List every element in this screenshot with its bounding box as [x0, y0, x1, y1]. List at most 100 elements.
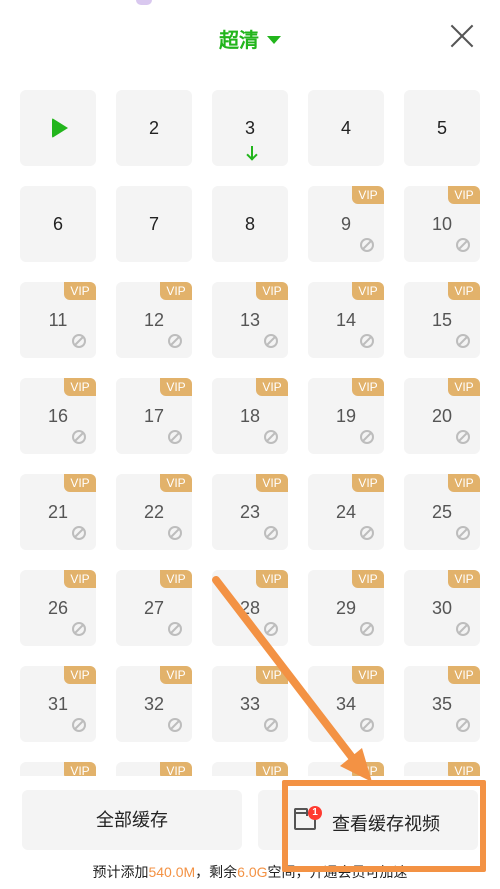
- episode-cell[interactable]: 32 VIP: [116, 666, 192, 742]
- unavailable-icon: [72, 334, 86, 348]
- episode-cell[interactable]: 16 VIP: [20, 378, 96, 454]
- vip-badge: VIP: [64, 474, 96, 492]
- episode-number: 22: [143, 502, 165, 522]
- close-icon[interactable]: [450, 24, 474, 48]
- episode-number: 33: [239, 694, 261, 714]
- episode-cell[interactable]: 6: [20, 186, 96, 262]
- episode-cell[interactable]: 12 VIP: [116, 282, 192, 358]
- unavailable-icon: [264, 718, 278, 732]
- unavailable-icon: [168, 334, 182, 348]
- episode-number: 15: [431, 310, 453, 330]
- episode-cell[interactable]: 7: [116, 186, 192, 262]
- vip-badge: VIP: [256, 474, 288, 492]
- vip-badge: VIP: [160, 762, 192, 776]
- unavailable-icon: [264, 334, 278, 348]
- vip-badge: VIP: [448, 186, 480, 204]
- episode-cell[interactable]: 34 VIP: [308, 666, 384, 742]
- unavailable-icon: [264, 526, 278, 540]
- vip-badge: VIP: [160, 474, 192, 492]
- vip-badge: VIP: [352, 186, 384, 204]
- episode-number: 10: [431, 214, 453, 234]
- vip-badge: VIP: [160, 666, 192, 684]
- episode-number: 23: [239, 502, 261, 522]
- vip-badge: VIP: [352, 378, 384, 396]
- episode-cell[interactable]: 29 VIP: [308, 570, 384, 646]
- episode-cell[interactable]: 26 VIP: [20, 570, 96, 646]
- view-cache-button[interactable]: 1 查看缓存视频: [258, 790, 478, 850]
- episode-cell[interactable]: 5: [404, 90, 480, 166]
- play-icon: [52, 118, 68, 138]
- vip-badge: VIP: [64, 762, 96, 776]
- quality-selector[interactable]: 超清: [0, 24, 500, 53]
- vip-badge: VIP: [352, 762, 384, 776]
- episode-number: 30: [431, 598, 453, 618]
- episode-cell[interactable]: 14 VIP: [308, 282, 384, 358]
- episode-cell[interactable]: 18 VIP: [212, 378, 288, 454]
- vip-badge: VIP: [160, 570, 192, 588]
- episode-number: 12: [143, 310, 165, 330]
- unavailable-icon: [456, 238, 470, 252]
- unavailable-icon: [264, 622, 278, 636]
- unavailable-icon: [168, 718, 182, 732]
- episode-cell[interactable]: 15 VIP: [404, 282, 480, 358]
- unavailable-icon: [72, 718, 86, 732]
- unavailable-icon: [168, 622, 182, 636]
- episode-cell[interactable]: 28 VIP: [212, 570, 288, 646]
- episode-cell[interactable]: 22 VIP: [116, 474, 192, 550]
- episode-cell[interactable]: 23 VIP: [212, 474, 288, 550]
- vip-badge: VIP: [256, 282, 288, 300]
- episode-cell[interactable]: 4: [308, 90, 384, 166]
- vip-badge: VIP: [448, 666, 480, 684]
- episode-cell[interactable]: 3: [212, 90, 288, 166]
- episode-cell[interactable]: 2: [116, 90, 192, 166]
- storage-added: 540.0M: [148, 864, 196, 880]
- episode-cell[interactable]: VIP: [116, 762, 192, 776]
- episode-number: 27: [143, 598, 165, 618]
- episode-cell[interactable]: 8: [212, 186, 288, 262]
- episode-number: 4: [340, 118, 351, 138]
- unavailable-icon: [360, 334, 374, 348]
- episode-number: 26: [47, 598, 69, 618]
- episode-number: 6: [52, 214, 63, 234]
- episode-cell[interactable]: VIP: [212, 762, 288, 776]
- episode-cell[interactable]: 25 VIP: [404, 474, 480, 550]
- episode-number: 14: [335, 310, 357, 330]
- vip-badge: VIP: [64, 282, 96, 300]
- episode-number: 25: [431, 502, 453, 522]
- episode-cell[interactable]: 11 VIP: [20, 282, 96, 358]
- vip-badge: VIP: [448, 474, 480, 492]
- episode-cell[interactable]: 35 VIP: [404, 666, 480, 742]
- cache-all-button[interactable]: 全部缓存: [22, 790, 242, 850]
- vip-badge: VIP: [256, 762, 288, 776]
- episode-cell[interactable]: 31 VIP: [20, 666, 96, 742]
- view-cache-label: 查看缓存视频: [332, 814, 440, 834]
- episode-number: 7: [148, 214, 159, 234]
- episode-cell[interactable]: 17 VIP: [116, 378, 192, 454]
- episode-cell[interactable]: 21 VIP: [20, 474, 96, 550]
- episode-cell[interactable]: 27 VIP: [116, 570, 192, 646]
- episode-cell[interactable]: 30 VIP: [404, 570, 480, 646]
- episode-cell[interactable]: 33 VIP: [212, 666, 288, 742]
- episode-cell[interactable]: 19 VIP: [308, 378, 384, 454]
- episode-cell[interactable]: VIP: [308, 762, 384, 776]
- episode-number: 24: [335, 502, 357, 522]
- episode-cell[interactable]: 13 VIP: [212, 282, 288, 358]
- vip-badge: VIP: [448, 570, 480, 588]
- storage-middle: ，剩余: [195, 864, 238, 880]
- episode-cell[interactable]: 10 VIP: [404, 186, 480, 262]
- episode-cell[interactable]: 24 VIP: [308, 474, 384, 550]
- episode-cell[interactable]: [20, 90, 96, 166]
- vip-badge: VIP: [256, 666, 288, 684]
- vip-badge: VIP: [352, 570, 384, 588]
- unavailable-icon: [360, 718, 374, 732]
- episode-cell[interactable]: 9 VIP: [308, 186, 384, 262]
- unavailable-icon: [72, 622, 86, 636]
- episode-cell[interactable]: 20 VIP: [404, 378, 480, 454]
- vip-badge: VIP: [160, 282, 192, 300]
- episode-cell[interactable]: VIP: [404, 762, 480, 776]
- episode-cell[interactable]: VIP: [20, 762, 96, 776]
- vip-badge: VIP: [64, 570, 96, 588]
- vip-badge: VIP: [256, 570, 288, 588]
- unavailable-icon: [456, 430, 470, 444]
- episode-grid: 2 3 4 5 6 7 8 9 VIP 10 VIP 11 VIP 12 VIP 13 VIP 14 VIP 15 VI…: [20, 90, 480, 776]
